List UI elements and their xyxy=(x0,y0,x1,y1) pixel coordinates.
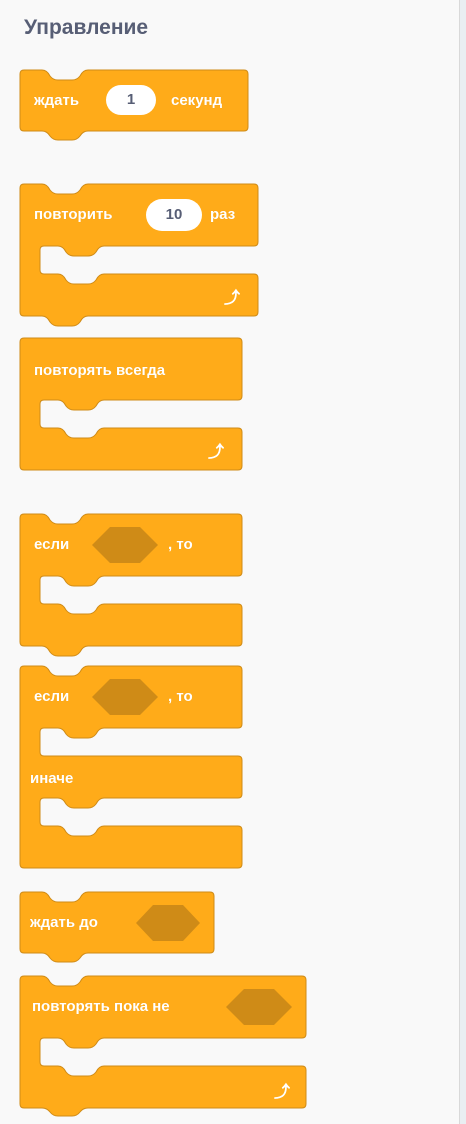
if-label: если xyxy=(34,536,70,553)
wait-seconds-input[interactable]: 1 xyxy=(106,85,156,115)
wait-until-block[interactable]: ждать до xyxy=(19,891,216,963)
repeat-label: повторить xyxy=(34,206,113,223)
condition-slot[interactable] xyxy=(226,989,292,1025)
loop-arrow-icon: ⤴ xyxy=(224,288,241,307)
repeat-until-label: повторять пока не xyxy=(32,998,170,1015)
condition-slot[interactable] xyxy=(92,527,158,563)
else-label: иначе xyxy=(30,770,74,787)
loop-arrow-icon: ⤴ xyxy=(274,1082,291,1101)
repeat-count-input[interactable]: 10 xyxy=(146,199,202,231)
repeat-suffix: раз xyxy=(210,206,236,223)
repeat-block[interactable]: повторить 10 раз ⤴ xyxy=(19,183,260,328)
forever-block[interactable]: повторять всегда ⤴ xyxy=(19,337,244,472)
if-then-block[interactable]: если , то xyxy=(19,513,244,657)
condition-slot[interactable] xyxy=(92,679,158,715)
wait-until-label: ждать до xyxy=(30,914,98,931)
wait-label: ждать xyxy=(34,92,80,109)
if-label: если xyxy=(34,688,70,705)
wait-block[interactable]: ждать 1 секунд xyxy=(19,69,250,141)
then-label: , то xyxy=(168,536,193,553)
scrollbar-track[interactable] xyxy=(459,0,466,1124)
loop-arrow-icon: ⤴ xyxy=(208,442,225,461)
condition-slot[interactable] xyxy=(136,905,200,941)
if-else-block[interactable]: если , то иначе xyxy=(19,665,244,872)
category-title: Управление xyxy=(24,16,149,39)
then-label: , то xyxy=(168,688,193,705)
wait-suffix: секунд xyxy=(171,92,223,109)
repeat-until-block[interactable]: повторять пока не ⤴ xyxy=(19,975,308,1117)
forever-label: повторять всегда xyxy=(34,362,166,379)
